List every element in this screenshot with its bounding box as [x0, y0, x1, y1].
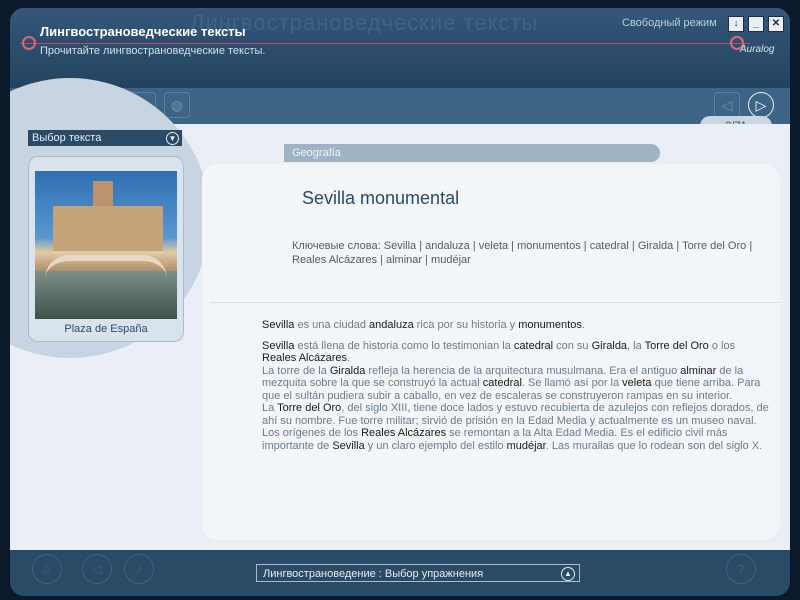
text-heading: Sevilla monumental — [302, 188, 460, 208]
text-keyword[interactable]: veleta — [622, 377, 651, 389]
window-title: Лингвострановедческие тексты — [40, 24, 246, 39]
paragraph-4: La Torre del Oro, del siglo XIII, tiene … — [262, 402, 772, 427]
text-segment: . — [581, 319, 585, 331]
text-keyword[interactable]: Reales Alcázares — [262, 352, 347, 364]
reading-text: Sevilla es una ciudad andaluza rica por … — [262, 319, 772, 452]
keyword-separator: | — [673, 240, 683, 252]
download-button[interactable]: ↓ — [728, 16, 744, 32]
content-divider — [210, 302, 780, 303]
text-select-label: Выбор текста — [32, 132, 102, 144]
chevron-up-icon[interactable]: ▲ — [561, 567, 575, 581]
keyword-link[interactable]: Giralda — [638, 240, 673, 252]
keyword-link[interactable]: Reales Alcázares — [292, 254, 377, 266]
keyword-separator: | — [416, 240, 426, 252]
text-keyword[interactable]: catedral — [514, 340, 553, 352]
text-keyword[interactable]: Reales Alcázares — [361, 427, 446, 439]
mode-label: Свободный режим — [622, 17, 717, 29]
text-select-dropdown[interactable]: Выбор текста ▼ — [28, 130, 182, 146]
photo-card: Plaza de España — [28, 156, 184, 342]
keyword-link[interactable]: mudéjar — [431, 254, 471, 266]
text-keyword[interactable]: Giralda — [592, 340, 627, 352]
window-frame: Лингвострановедческие тексты Лингвостран… — [10, 8, 790, 596]
text-keyword[interactable]: mudéjar — [507, 440, 546, 452]
paragraph-2: Sevilla está llena de historia como lo t… — [262, 340, 772, 365]
minimize-button[interactable]: _ — [748, 16, 764, 32]
keyword-separator: | — [377, 254, 386, 266]
text-segment: está llena de historia como lo testimoni… — [294, 339, 514, 352]
house-icon[interactable]: ⌂ — [32, 554, 62, 584]
text-segment: , la — [627, 339, 645, 352]
text-segment: . Las murallas que lo rodean son del sig… — [545, 439, 763, 452]
keyword-link[interactable]: veleta — [479, 240, 508, 252]
text-keyword[interactable]: alminar — [680, 365, 716, 377]
auralog-logo: Auralog — [740, 44, 775, 55]
text-segment: y un claro ejemplo del estilo — [364, 439, 507, 452]
photo-caption: Plaza de España — [64, 323, 148, 335]
plaza-photo — [35, 171, 177, 319]
app-window: Лингвострановедческие тексты Лингвостран… — [0, 0, 800, 600]
left-ring-icon — [22, 36, 36, 50]
keyword-separator: | — [469, 240, 479, 252]
text-segment: . Se llamó así por la — [521, 377, 623, 389]
text-segment: refleja la herencia de la arquitectura m… — [365, 364, 681, 377]
keywords-line: Ключевые слова: Sevilla | andaluza | vel… — [292, 239, 772, 267]
sound-icon[interactable]: ♪ — [124, 554, 154, 584]
text-keyword[interactable]: Sevilla — [262, 319, 294, 331]
keyword-link[interactable]: andaluza — [425, 240, 470, 252]
text-keyword[interactable]: Torre del Oro — [277, 402, 341, 414]
text-keyword[interactable]: Giralda — [330, 365, 365, 377]
keyword-link[interactable]: catedral — [590, 240, 629, 252]
title-divider — [20, 43, 750, 44]
globe-icon[interactable]: ◍ — [164, 92, 190, 118]
exercise-select-dropdown[interactable]: Лингвострановедение : Выбор упражнения ▲ — [256, 564, 580, 582]
exercise-select-label: Лингвострановедение : Выбор упражнения — [263, 568, 484, 580]
text-segment: La torre de la — [262, 364, 330, 377]
chevron-down-icon[interactable]: ▼ — [166, 132, 179, 145]
window-subtitle: Прочитайте лингвострановедческие тексты. — [40, 45, 266, 57]
photo-bridge — [45, 255, 167, 279]
text-segment: o los — [708, 339, 736, 352]
close-button[interactable]: ✕ — [768, 16, 784, 32]
text-segment: Los orígenes de los — [262, 427, 362, 439]
category-tab: Geografía — [284, 144, 660, 162]
text-keyword[interactable]: Sevilla — [332, 440, 364, 452]
keyword-separator: | — [628, 240, 638, 252]
photo-building — [53, 206, 163, 251]
keyword-separator: | — [746, 240, 753, 252]
text-keyword[interactable]: monumentos — [518, 319, 582, 331]
paragraph-3: La torre de la Giralda refleja la herenc… — [262, 365, 772, 403]
text-segment: rica por su historia y — [413, 319, 519, 331]
keyword-separator: | — [422, 254, 432, 266]
text-keyword[interactable]: Torre del Oro — [645, 340, 709, 352]
text-segment: . — [347, 352, 351, 364]
paragraph-1: Sevilla es una ciudad andaluza rica por … — [262, 319, 772, 332]
keyword-separator: | — [508, 240, 518, 252]
left-arrow-icon[interactable]: ◁ — [82, 554, 112, 584]
keyword-link[interactable]: alminar — [386, 254, 422, 266]
text-segment: con su — [553, 339, 592, 352]
text-keyword[interactable]: Sevilla — [262, 340, 294, 352]
keyword-link[interactable]: Torre del Oro — [682, 240, 746, 252]
paragraph-5: Los orígenes de los Reales Alcázares se … — [262, 427, 772, 452]
keywords-label: Ключевые слова: — [292, 240, 381, 252]
keyword-link[interactable]: monumentos — [517, 240, 581, 252]
keyword-separator: | — [580, 240, 590, 252]
keyword-link[interactable]: Sevilla — [384, 240, 416, 252]
forward-icon[interactable]: ▷ — [748, 92, 774, 118]
back-icon[interactable]: ◁ — [714, 92, 740, 118]
text-segment: La — [262, 402, 278, 414]
text-segment: es una ciudad — [294, 319, 370, 331]
help-icon[interactable]: ? — [726, 554, 756, 584]
text-keyword[interactable]: catedral — [483, 377, 522, 389]
text-keyword[interactable]: andaluza — [369, 319, 414, 331]
